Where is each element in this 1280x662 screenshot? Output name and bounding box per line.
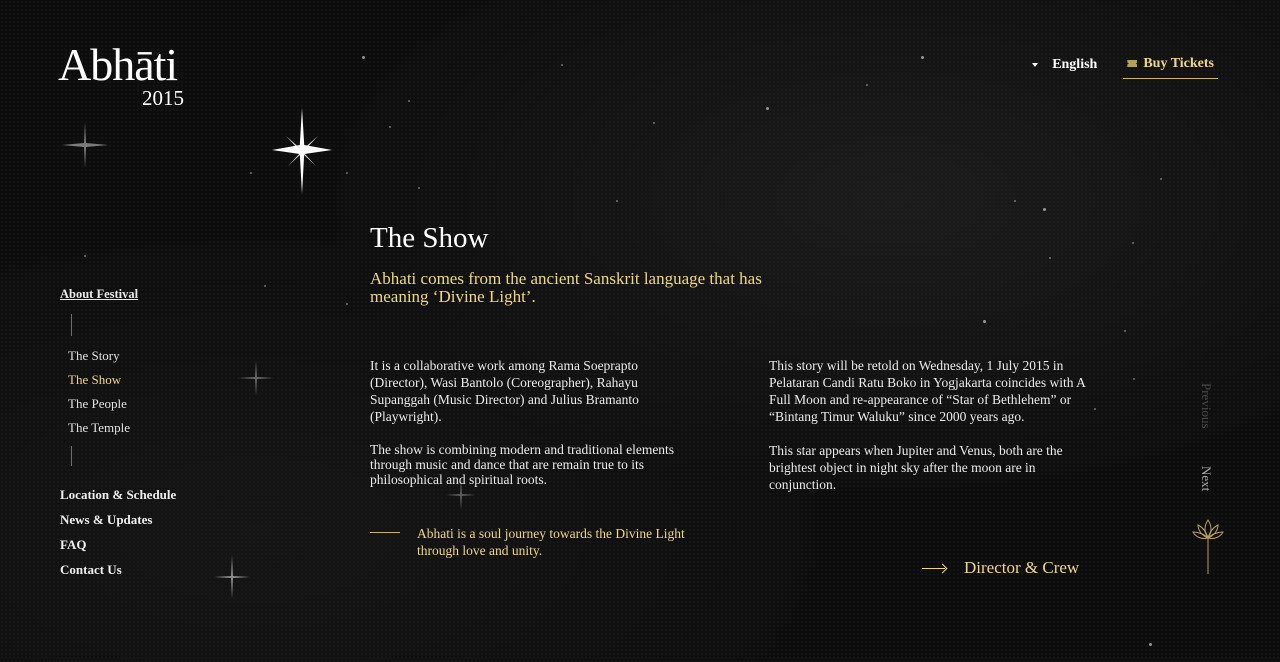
sidebar-item-the-show[interactable]: The Show bbox=[60, 368, 260, 392]
star-dot bbox=[264, 285, 266, 287]
content-column-right: This story will be retold on Wednesday, … bbox=[769, 357, 1094, 510]
main-nav-list: Location & Schedule News & Updates FAQ C… bbox=[60, 482, 260, 582]
caret-down-icon bbox=[1032, 63, 1039, 67]
director-crew-label: Director & Crew bbox=[964, 558, 1080, 577]
logo[interactable]: Abhāti 2015 bbox=[58, 40, 218, 112]
buy-tickets-button[interactable]: Buy Tickets bbox=[1123, 52, 1218, 79]
logo-year: 2015 bbox=[142, 86, 184, 110]
lotus-icon bbox=[1192, 519, 1224, 574]
body-paragraph: The show is combining modern and traditi… bbox=[370, 442, 675, 487]
star-dot bbox=[346, 303, 348, 305]
sub-nav-list: The Story The Show The People The Temple bbox=[60, 344, 260, 440]
sidebar-item-the-temple[interactable]: The Temple bbox=[60, 416, 260, 440]
sidebar-nav: About Festival The Story The Show The Pe… bbox=[60, 287, 260, 582]
star-dot bbox=[1043, 208, 1046, 211]
star-dot bbox=[1160, 178, 1162, 180]
top-bar: English Buy Tickets bbox=[1032, 52, 1218, 79]
star-dot bbox=[418, 187, 420, 189]
star-dot bbox=[1124, 330, 1126, 332]
quote-rule bbox=[370, 532, 400, 533]
content-column-left: It is a collaborative work among Rama So… bbox=[370, 357, 695, 504]
star-dot bbox=[408, 100, 410, 102]
sidebar-item-the-story[interactable]: The Story bbox=[60, 344, 260, 368]
sidebar-item-news-updates[interactable]: News & Updates bbox=[60, 507, 260, 532]
buy-tickets-label: Buy Tickets bbox=[1143, 55, 1214, 71]
star-dot bbox=[1133, 378, 1135, 380]
sidebar-section-about-festival[interactable]: About Festival bbox=[60, 287, 260, 302]
divider bbox=[71, 314, 72, 336]
star-dot bbox=[561, 64, 563, 66]
star-dot bbox=[84, 255, 86, 257]
star-dot bbox=[866, 84, 868, 86]
body-paragraph: This star appears when Jupiter and Venus… bbox=[769, 443, 1063, 492]
star-dot bbox=[653, 122, 655, 124]
arrow-right-icon bbox=[922, 564, 946, 573]
sidebar-item-the-people[interactable]: The People bbox=[60, 392, 260, 416]
sparkle-icon bbox=[272, 108, 332, 194]
star-dot bbox=[250, 172, 252, 174]
logo-wordmark: Abhāti bbox=[58, 39, 178, 90]
star-dot bbox=[346, 172, 348, 174]
quote-text: Abhati is a soul journey towards the Div… bbox=[417, 526, 685, 558]
sidebar-item-faq[interactable]: FAQ bbox=[60, 532, 260, 557]
star-dot bbox=[389, 126, 391, 128]
ticket-icon bbox=[1127, 60, 1138, 67]
sidebar-item-contact-us[interactable]: Contact Us bbox=[60, 557, 260, 582]
lead-text: Abhati comes from the ancient Sanskrit l… bbox=[370, 269, 762, 306]
previous-link[interactable]: Previous bbox=[1198, 383, 1214, 429]
star-dot bbox=[921, 56, 924, 59]
star-dot bbox=[1132, 242, 1134, 244]
body-paragraph: It is a collaborative work among Rama So… bbox=[370, 358, 639, 424]
page-title: The Show bbox=[370, 222, 489, 254]
star-dot bbox=[1049, 257, 1051, 259]
director-crew-link[interactable]: Director & Crew bbox=[922, 558, 1079, 578]
divider bbox=[71, 446, 72, 466]
sparkle-icon bbox=[62, 122, 108, 168]
star-dot bbox=[1149, 643, 1152, 646]
body-paragraph: This story will be retold on Wednesday, … bbox=[769, 358, 1086, 424]
star-dot bbox=[362, 56, 365, 59]
sidebar-item-location-schedule[interactable]: Location & Schedule bbox=[60, 482, 260, 507]
next-link[interactable]: Next bbox=[1198, 466, 1214, 491]
language-label: English bbox=[1052, 57, 1098, 72]
star-dot bbox=[1014, 200, 1016, 202]
page-pager: Previous Next bbox=[1192, 383, 1224, 583]
star-dot bbox=[1094, 408, 1096, 410]
star-dot bbox=[766, 107, 769, 110]
star-dot bbox=[616, 200, 618, 202]
star-dot bbox=[983, 320, 986, 323]
language-selector[interactable]: English bbox=[1032, 57, 1097, 73]
